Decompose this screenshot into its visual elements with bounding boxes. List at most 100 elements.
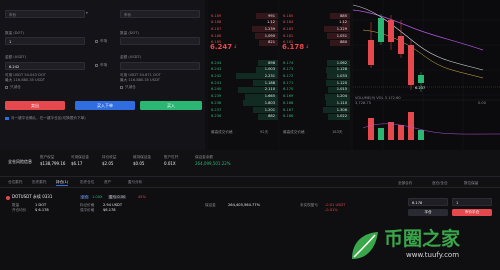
- down-arrow-icon: ↓: [305, 44, 310, 50]
- orderbook-row[interactable]: 6.174 1.062: [280, 60, 350, 66]
- buy-button-label: 买入: [167, 103, 175, 108]
- candle: [408, 45, 414, 85]
- position-qty-label: 数量: [12, 203, 20, 207]
- orderbook-row[interactable]: 6.186 1.090: [208, 33, 278, 40]
- orderbook-row[interactable]: 6.187 1.239: [208, 26, 278, 33]
- volume-bar: [378, 128, 384, 140]
- orderbook-qty: 880: [340, 40, 347, 45]
- orderbook-price: 6.172: [283, 74, 294, 79]
- buy-order-button[interactable]: 买入下单: [75, 101, 135, 110]
- orderbook-left-mid-price: 6.247: [210, 43, 233, 51]
- orderbook-row[interactable]: 6.183 1.229: [280, 26, 350, 33]
- orderbook-price: 6.167: [283, 107, 294, 112]
- orderbook-row[interactable]: 6.184 1.12: [280, 19, 350, 26]
- filter-precision[interactable]: 数位保留: [464, 180, 478, 186]
- reduce-only-right[interactable]: 只减仓: [120, 85, 150, 91]
- orderbook-qty: 898: [268, 60, 275, 65]
- orderbook-qty: 1.239: [264, 27, 275, 32]
- tab-4[interactable]: 资产: [104, 180, 111, 185]
- orderbook-row[interactable]: 6.189 991: [208, 13, 278, 19]
- checkbox-icon: [95, 64, 98, 67]
- sell-button[interactable]: 卖出: [5, 101, 65, 110]
- limit-close-button[interactable]: 平仓: [408, 209, 448, 216]
- price-dropdown-left[interactable]: ▾: [86, 10, 98, 18]
- orderbook-qty: 1.051: [336, 33, 347, 38]
- orderbook-price: 6.186: [211, 33, 222, 38]
- tab-3[interactable]: 历史仓位: [80, 180, 94, 185]
- orderbook-row[interactable]: 6.237 1.201: [208, 106, 278, 113]
- position-symbol[interactable]: DOTUSDT 永续 0331: [12, 194, 52, 199]
- orderbook-row[interactable]: 6.240 2.110: [208, 86, 278, 93]
- agree-text: 对一键平仓确认，在一键平仓区(切换限价下单): [11, 116, 86, 120]
- reduce-only-left[interactable]: 只减仓: [5, 85, 35, 91]
- orderbook-row[interactable]: 6.169 1.204: [280, 93, 350, 100]
- orderbook-price: 6.189: [211, 13, 222, 18]
- checkbox-icon: [5, 86, 8, 89]
- orderbook-price: 6.184: [283, 20, 294, 25]
- orderbook-row[interactable]: 6.236 882: [208, 113, 278, 120]
- orderbook-qty: 1.665: [264, 94, 275, 99]
- orderbook-price: 6.173: [283, 67, 294, 72]
- orderbook-price: 6.238: [211, 100, 222, 105]
- filter-margin-mode[interactable]: 逐仓/全仓: [432, 180, 448, 186]
- amount-input-left[interactable]: 6.242: [5, 62, 85, 70]
- tab-1[interactable]: 历史委托: [32, 180, 46, 185]
- orderbook-row[interactable]: 6.172 1.033: [280, 73, 350, 80]
- orderbook-right-footer-label: 最高成交价格: [283, 130, 305, 134]
- price-input-left[interactable]: 市价: [5, 10, 85, 18]
- close-qty-input[interactable]: 1: [452, 198, 492, 206]
- filter-margin-mode-label: 逐仓/全仓: [432, 181, 448, 185]
- market-toggle-left[interactable]: 市场: [95, 39, 115, 45]
- orderbook-row[interactable]: 6.171 1.120: [280, 80, 350, 87]
- orderbook-row[interactable]: 6.241 1.188: [208, 80, 278, 87]
- orderbook-row[interactable]: 6.173 1.128: [280, 66, 350, 73]
- orderbook-price: 6.174: [283, 60, 294, 65]
- chart-vol-right: 0.00: [478, 101, 487, 105]
- position-liq-label: 强平价格: [80, 208, 95, 212]
- tpsl-toggle-left[interactable]: 市场: [95, 63, 115, 69]
- max-right: 最大 116.880.35 USDT: [120, 78, 160, 82]
- orderbook-price: 6.243: [211, 67, 222, 72]
- tab-0[interactable]: 仓位委托: [8, 180, 22, 185]
- filter-precision-label: 数位保留: [464, 181, 479, 185]
- orderbook-row[interactable]: 6.166 1.022: [280, 113, 350, 120]
- candle: [378, 18, 384, 42]
- watermark: 币圈之家 www.tuufy.com: [348, 226, 498, 268]
- orderbook-row[interactable]: 6.238 1.803: [208, 100, 278, 107]
- summary-item-value: 0.01X: [164, 161, 176, 166]
- tab-2[interactable]: 持仓(1): [56, 180, 69, 186]
- orderbook-row[interactable]: 6.170 1.015: [280, 86, 350, 93]
- market-close-button[interactable]: 市价平仓: [452, 209, 492, 216]
- orderbook-price: 6.170: [283, 87, 294, 92]
- orderbook-left: 6.189 991 6.188 1.12 6.187 1.239 6.186 1.090 6.1…: [208, 0, 278, 150]
- orderbook-row[interactable]: 6.182 1.051: [280, 33, 350, 40]
- close-price-input[interactable]: 6.178: [408, 198, 448, 206]
- orderbook-row[interactable]: 6.185 885: [280, 13, 350, 19]
- tab-5[interactable]: 盈亏分析: [128, 180, 142, 185]
- position-tag-pnl: 盈亏:0.50: [108, 194, 127, 199]
- avail-right: 可用 USDT 54.671 DOT: [120, 73, 161, 77]
- orderbook-qty: 1.062: [336, 60, 347, 65]
- orderbook-row[interactable]: 6.244 898: [208, 60, 278, 66]
- filter-all-contracts[interactable]: 全部合约: [398, 180, 412, 186]
- orderbook-qty: 1.188: [264, 80, 275, 85]
- orderbook-row[interactable]: 6.188 1.12: [208, 19, 278, 26]
- orderbook-row[interactable]: 6.168 1.110: [280, 100, 350, 107]
- orderbook-row[interactable]: 6.243 1.003: [208, 66, 278, 73]
- tpsl-label-left: 市场: [100, 63, 108, 67]
- qty-input-left[interactable]: 1: [5, 37, 85, 45]
- qty-input-right[interactable]: [120, 37, 200, 45]
- orderbook-row[interactable]: 6.239 1.665: [208, 93, 278, 100]
- orderbook-row[interactable]: 6.167 1.306: [280, 106, 350, 113]
- watermark-text: 币圈之家: [384, 228, 461, 250]
- orderbook-price: 6.239: [211, 94, 222, 99]
- buy-button[interactable]: 买入: [140, 101, 202, 110]
- orderbook-row[interactable]: 6.242 2.231: [208, 73, 278, 80]
- amount-input-right[interactable]: [120, 62, 200, 70]
- agree-checkbox[interactable]: 对一键平仓确认，在一键平仓区(切换限价下单): [5, 116, 155, 122]
- price-chart[interactable]: 6.237 VOLUME(9) VOL 3 172.60 3,728.75 0.…: [353, 0, 500, 150]
- price-input-right[interactable]: 市价: [120, 10, 200, 18]
- position-row: DOTUSDT 永续 0331 全仓 1.00X 盈亏:0.50 45% 数量 …: [0, 190, 500, 220]
- buy-order-button-label: 买入下单: [97, 103, 113, 108]
- orderbook-qty: 1.12: [266, 20, 275, 25]
